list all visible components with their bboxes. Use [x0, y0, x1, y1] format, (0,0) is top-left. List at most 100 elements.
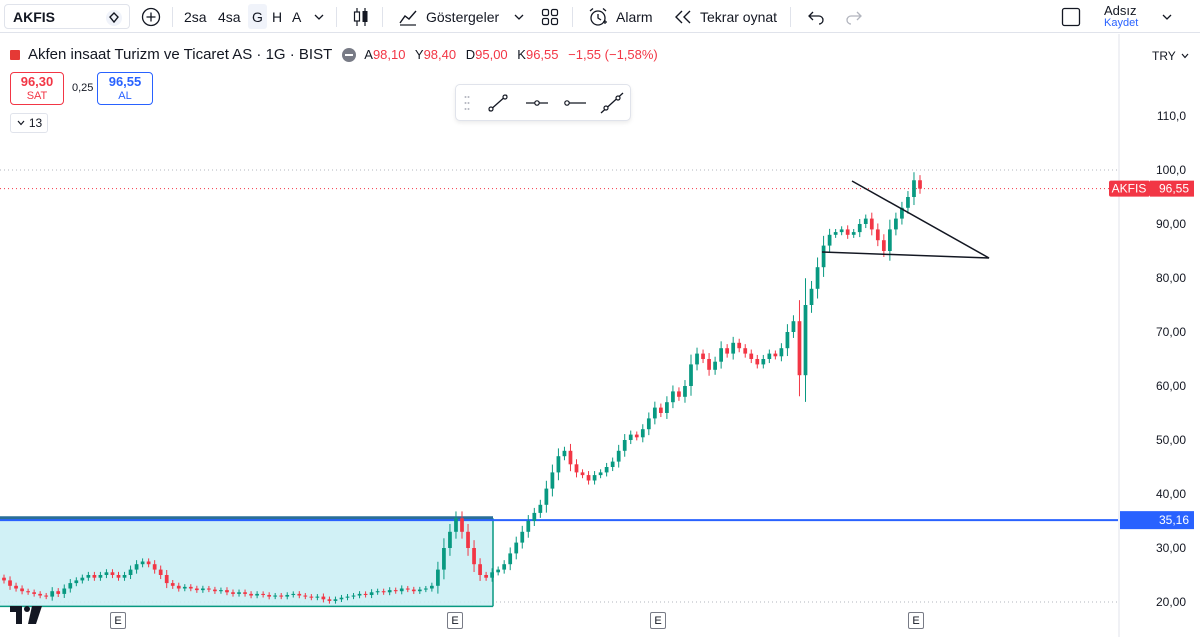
candle [562, 450, 567, 457]
replay-icon [675, 10, 691, 23]
candle [249, 593, 253, 596]
extended-line-tool-icon[interactable] [598, 90, 626, 116]
candle [592, 475, 597, 481]
replay-label: Tekrar oynat [700, 8, 778, 25]
timeframe-h[interactable]: H [272, 0, 282, 33]
save-link[interactable]: Kaydet [1104, 17, 1138, 29]
candle [604, 467, 609, 473]
indicators-button[interactable]: Göstergeler [398, 0, 499, 33]
candle [80, 577, 85, 581]
drawing-toolbar [455, 84, 631, 121]
candle [128, 569, 133, 575]
compare-add-icon[interactable] [140, 0, 162, 33]
candle [225, 590, 229, 593]
candle [417, 589, 422, 592]
candle [809, 288, 814, 305]
symbol-search[interactable]: AKFIS [4, 4, 130, 29]
top-toolbar: AKFIS 2sa 4sa G H A Göstergeler Alarm Te… [0, 0, 1200, 33]
chevron-down-icon[interactable] [1160, 0, 1174, 33]
candle [116, 575, 121, 578]
redo-icon[interactable] [844, 0, 864, 33]
candle [695, 353, 699, 365]
candle [219, 590, 223, 592]
candle [894, 218, 898, 230]
candle [44, 595, 49, 597]
candle [2, 577, 6, 581]
candle [580, 472, 585, 476]
sell-button[interactable]: 96,30 SAT [10, 72, 64, 105]
open-label: A [364, 47, 373, 62]
candle [411, 589, 416, 592]
layout-grid-icon[interactable] [540, 0, 560, 33]
candle [303, 595, 308, 597]
buy-price: 96,55 [108, 74, 142, 89]
candle [881, 240, 886, 251]
candle [213, 589, 217, 592]
earnings-marker[interactable]: E [908, 612, 924, 629]
timeframe-a[interactable]: A [292, 0, 301, 33]
chevron-down-icon[interactable] [312, 0, 326, 33]
trend-line-tool-icon[interactable] [484, 90, 512, 116]
candle [791, 321, 796, 332]
hide-legend-icon[interactable] [342, 47, 357, 62]
candle [375, 591, 380, 593]
candle [634, 434, 639, 438]
buy-label: AL [118, 90, 132, 102]
ray-tool-icon[interactable] [561, 90, 589, 116]
horizontal-ray-tool-icon[interactable] [523, 90, 551, 116]
collapse-indicators-button[interactable]: 13 [10, 113, 48, 133]
candle [351, 595, 356, 597]
candle [333, 599, 338, 601]
symbol-options-icon[interactable] [105, 9, 123, 30]
divider [336, 7, 337, 27]
undo-icon[interactable] [806, 0, 826, 33]
last-price-value: 96,55 [1159, 182, 1189, 196]
candle [526, 521, 531, 532]
earnings-marker[interactable]: E [650, 612, 666, 629]
indicators-label: Göstergeler [426, 8, 500, 25]
timeframe-g[interactable]: G [248, 4, 267, 29]
divider [382, 7, 383, 27]
candle [38, 593, 43, 596]
earnings-marker[interactable]: E [447, 612, 463, 629]
currency-selector[interactable]: TRY [1152, 49, 1190, 63]
candle [194, 588, 199, 591]
candle [785, 332, 790, 349]
candle [62, 588, 67, 594]
spread-value: 0,25 [72, 82, 94, 94]
price-chart[interactable]: 110,0 100,0 90,00 80,00 70,00 60,00 50,00 40,00… [0, 34, 1200, 637]
candle [20, 588, 24, 592]
close-value: 96,55 [525, 47, 559, 62]
candle [14, 585, 18, 589]
candle [556, 456, 561, 473]
candle [713, 361, 717, 370]
replay-button[interactable]: Tekrar oynat [674, 0, 777, 33]
candle [640, 429, 645, 438]
price-scale-label: 110,0 [1157, 109, 1186, 123]
candle [869, 218, 874, 230]
triangle-drawing[interactable] [821, 180, 990, 259]
candles-icon[interactable] [350, 0, 372, 33]
candle [532, 512, 537, 521]
candle [255, 593, 259, 596]
alarm-button[interactable]: Alarm [588, 0, 653, 33]
candle [158, 569, 163, 575]
candle [628, 434, 633, 440]
candle [363, 593, 368, 595]
candle [568, 450, 573, 465]
ohlc-values: A98,10 Y98,40 D95,00 K96,55 −1,55 (−1,58… [364, 47, 657, 62]
timeframe-2sa[interactable]: 2sa [184, 0, 207, 33]
candle [652, 407, 657, 419]
candle [912, 180, 916, 197]
candle [803, 305, 808, 376]
layout-name[interactable]: Adsız [1104, 3, 1137, 18]
price-scale-label: 60,00 [1156, 379, 1186, 393]
timeframe-4sa[interactable]: 4sa [218, 0, 241, 33]
candle [164, 575, 169, 584]
candle [8, 580, 12, 586]
buy-button[interactable]: 96,55 AL [97, 72, 153, 105]
earnings-marker[interactable]: E [110, 612, 126, 629]
fullscreen-square-icon[interactable] [1060, 0, 1082, 33]
chevron-down-icon[interactable] [512, 0, 526, 33]
drag-handle-icon[interactable] [464, 95, 470, 111]
